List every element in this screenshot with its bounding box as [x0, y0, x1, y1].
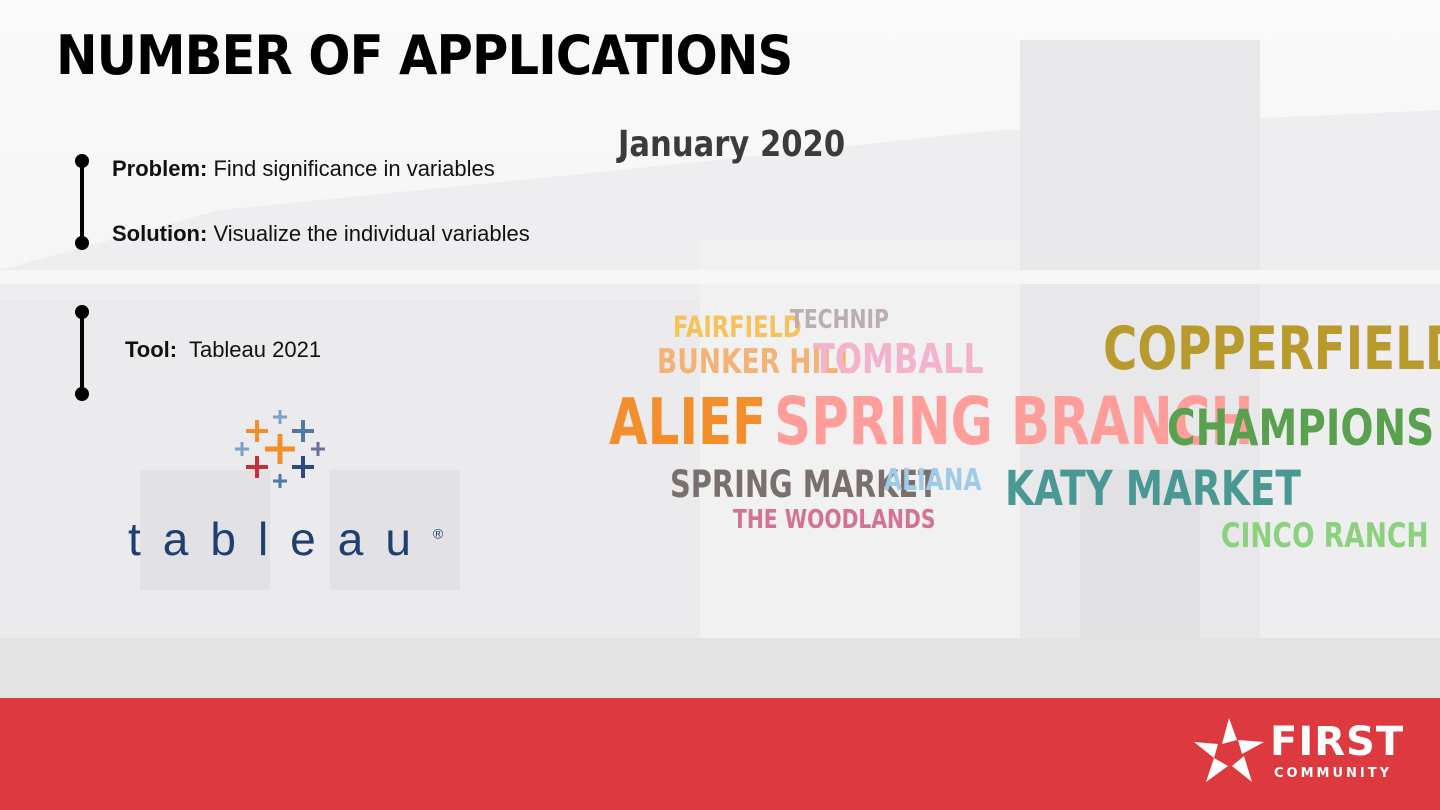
timeline-bar-2	[80, 312, 84, 392]
solution-label: Solution:	[112, 221, 208, 246]
timeline-dot	[75, 305, 89, 319]
problem-text: Find significance in variables	[213, 156, 495, 181]
solution-text: Visualize the individual variables	[213, 221, 530, 246]
word-cinco-ranch: CINCO RANCH	[1221, 516, 1429, 556]
timeline-dot	[75, 236, 89, 250]
slide-title: NUMBER OF APPLICATIONS	[56, 24, 793, 87]
word-tomball: TOMBALL	[813, 335, 984, 383]
word-alief: ALIEF	[609, 386, 767, 460]
word-champions: CHAMPIONS	[1167, 399, 1435, 457]
word-fairfield: FAIRFIELD	[673, 310, 802, 344]
tableau-cross-icon	[235, 410, 325, 488]
tool-statement: Tool: Tableau 2021	[125, 337, 321, 363]
problem-statement: Problem: Find significance in variables	[112, 156, 495, 182]
logo-first-text: FIRST	[1270, 719, 1405, 765]
word-copperfield: COPPERFIELD	[1103, 314, 1440, 384]
tableau-wordmark-text: tableau	[128, 513, 433, 565]
word-technip: TECHNIP	[790, 305, 889, 335]
tool-label: Tool:	[125, 337, 178, 362]
problem-label: Problem:	[112, 156, 208, 181]
registered-mark: ®	[432, 525, 444, 542]
timeline-bar-1	[80, 160, 84, 242]
word-the-woodlands: THE WOODLANDS	[733, 505, 936, 535]
word-katy-market: KATY MARKET	[1005, 461, 1301, 517]
timeline-dot	[75, 387, 89, 401]
logo-community-text: COMMUNITY	[1274, 766, 1393, 781]
tool-text: Tableau 2021	[188, 337, 322, 362]
gray-band	[0, 638, 1440, 698]
word-aliana: ALIANA	[884, 463, 982, 498]
period-label: January 2020	[618, 124, 846, 165]
star-logo-icon	[1194, 718, 1264, 782]
tableau-wordmark: tableau®	[128, 512, 443, 566]
solution-statement: Solution: Visualize the individual varia…	[112, 221, 530, 247]
timeline-dot	[75, 154, 89, 168]
